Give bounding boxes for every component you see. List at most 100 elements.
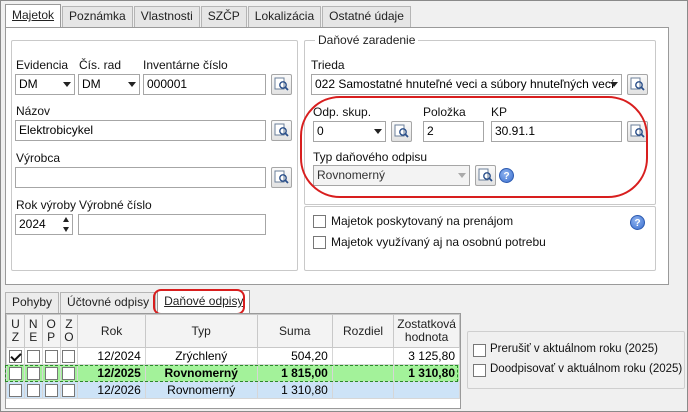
vyrobca-lookup-button[interactable] bbox=[271, 167, 292, 188]
cell-rok[interactable]: 12/2025 bbox=[77, 364, 146, 382]
nazov-value: Elektrobicykel bbox=[19, 123, 94, 137]
cell-typ[interactable]: Zrýchlený bbox=[144, 347, 258, 365]
cis-rad-chevron-down-icon[interactable] bbox=[128, 82, 136, 87]
spin-down-icon[interactable] bbox=[63, 227, 69, 232]
tab-majetok[interactable]: Majetok bbox=[5, 4, 62, 27]
cell-suma[interactable]: 504,20 bbox=[256, 347, 333, 365]
row-op-cell[interactable] bbox=[41, 364, 61, 382]
table-row[interactable]: 12/2026 Rovnomerný 1 310,80 bbox=[6, 381, 460, 399]
cell-suma[interactable]: 1 815,00 bbox=[256, 364, 333, 382]
polozka-input[interactable]: 2 bbox=[423, 121, 484, 142]
tab-ostatne-udaje[interactable]: Ostatné údaje bbox=[322, 6, 411, 27]
row-op-checkbox[interactable] bbox=[44, 367, 58, 380]
col-typ-header[interactable]: Typ bbox=[144, 314, 258, 348]
nazov-input[interactable]: Elektrobicykel bbox=[15, 120, 266, 141]
row-uz-cell[interactable] bbox=[6, 347, 25, 365]
odp-skup-lookup-button[interactable] bbox=[391, 121, 412, 142]
row-ne-checkbox[interactable] bbox=[26, 384, 40, 397]
tab-majetok-label: Majetok bbox=[12, 8, 55, 22]
typ-odpisu-lookup-button[interactable] bbox=[475, 165, 496, 186]
vyrobca-input[interactable] bbox=[15, 167, 266, 188]
tab-poznamka[interactable]: Poznámka bbox=[62, 6, 133, 27]
doodpisovat-checkbox[interactable] bbox=[473, 364, 486, 377]
row-zo-cell[interactable] bbox=[59, 347, 79, 365]
row-ne-checkbox[interactable] bbox=[26, 367, 40, 380]
spin-up-icon[interactable] bbox=[63, 217, 69, 222]
cell-zostatkova[interactable] bbox=[393, 381, 460, 399]
tab-danove-odpisy[interactable]: Daňové odpisy bbox=[157, 290, 251, 313]
trieda-chevron-down-icon[interactable] bbox=[610, 82, 618, 87]
col-suma-header[interactable]: Suma bbox=[256, 314, 333, 348]
table-row[interactable]: 12/2024 Zrýchlený 504,20 3 125,80 bbox=[6, 347, 460, 365]
cis-rad-value: DM bbox=[82, 77, 101, 91]
cell-rok[interactable]: 12/2024 bbox=[77, 347, 146, 365]
tab-lokalizacia[interactable]: Lokalizácia bbox=[247, 6, 322, 27]
cell-rozdiel[interactable] bbox=[331, 381, 395, 399]
row-ne-cell[interactable] bbox=[23, 347, 43, 365]
trieda-lookup-button[interactable] bbox=[627, 74, 648, 95]
row-ne-checkbox[interactable] bbox=[26, 350, 40, 363]
row-uz-checkbox[interactable] bbox=[8, 350, 22, 363]
row-zo-cell[interactable] bbox=[59, 364, 79, 382]
row-zo-checkbox[interactable] bbox=[62, 350, 76, 363]
osobna-potreba-checkbox[interactable] bbox=[313, 236, 326, 249]
row-op-cell[interactable] bbox=[41, 347, 61, 365]
row-op-checkbox[interactable] bbox=[44, 350, 58, 363]
evidencia-combo[interactable]: DM bbox=[15, 74, 75, 95]
typ-odpisu-help-icon[interactable]: ? bbox=[499, 168, 514, 183]
cis-rad-combo[interactable]: DM bbox=[78, 74, 140, 95]
lookup-search-icon bbox=[630, 124, 645, 138]
row-zo-checkbox[interactable] bbox=[62, 384, 76, 397]
rok-spin-buttons[interactable] bbox=[63, 217, 70, 232]
trieda-combo[interactable]: 022 Samostatné hnuteľné veci a súbory hn… bbox=[311, 74, 622, 95]
inv-lookup-button[interactable] bbox=[271, 74, 292, 95]
cell-zostatkova[interactable]: 3 125,80 bbox=[393, 347, 460, 365]
col-rok-header[interactable]: Rok bbox=[77, 314, 146, 348]
col-ne-header[interactable]: N E bbox=[23, 314, 43, 348]
row-ne-cell[interactable] bbox=[23, 364, 43, 382]
prerusit-checkbox[interactable] bbox=[473, 344, 486, 357]
cell-zostatkova[interactable]: 1 310,80 bbox=[393, 364, 460, 382]
row-op-checkbox[interactable] bbox=[44, 384, 58, 397]
table-row[interactable]: 12/2025 Rovnomerný 1 815,00 1 310,80 bbox=[6, 364, 460, 382]
kp-input[interactable]: 30.91.1 bbox=[491, 121, 622, 142]
tab-szcp[interactable]: SZČP bbox=[200, 6, 247, 27]
row-zo-cell[interactable] bbox=[59, 381, 79, 399]
typ-odpisu-chevron-down-icon[interactable] bbox=[458, 173, 466, 178]
col-uz-header[interactable]: U Z bbox=[6, 314, 25, 348]
odp-skup-chevron-down-icon[interactable] bbox=[374, 129, 382, 134]
row-uz-cell[interactable] bbox=[6, 364, 25, 382]
prenajom-checkbox[interactable] bbox=[313, 215, 326, 228]
cell-suma[interactable]: 1 310,80 bbox=[256, 381, 333, 399]
kp-lookup-button[interactable] bbox=[627, 121, 648, 142]
typ-odpisu-combo[interactable]: Rovnomerný bbox=[313, 165, 470, 186]
tab-uctovne-odpisy[interactable]: Účtovné odpisy bbox=[60, 292, 157, 313]
tab-pohyby[interactable]: Pohyby bbox=[5, 292, 60, 313]
row-ne-cell[interactable] bbox=[23, 381, 43, 399]
col-rozdiel-header[interactable]: Rozdiel bbox=[331, 314, 395, 348]
danove-zaradenie-legend: Daňové zaradenie bbox=[315, 33, 419, 47]
cell-rok[interactable]: 12/2026 bbox=[77, 381, 146, 399]
row-uz-cell[interactable] bbox=[6, 381, 25, 399]
row-uz-checkbox[interactable] bbox=[8, 384, 22, 397]
col-op-header[interactable]: O P bbox=[41, 314, 61, 348]
cell-typ[interactable]: Rovnomerný bbox=[144, 364, 258, 382]
cell-typ[interactable]: Rovnomerný bbox=[144, 381, 258, 399]
vyrobne-cislo-input[interactable] bbox=[78, 214, 266, 235]
osobna-potreba-label: Majetok využívaný aj na osobnú potrebu bbox=[331, 235, 546, 249]
row-zo-checkbox[interactable] bbox=[62, 367, 76, 380]
col-zostatkova-header[interactable]: Zostatková hodnota bbox=[393, 314, 460, 348]
row-uz-checkbox[interactable] bbox=[8, 367, 22, 380]
col-zo-header[interactable]: Z O bbox=[59, 314, 79, 348]
cell-rozdiel[interactable] bbox=[331, 347, 395, 365]
inv-cislo-input[interactable]: 000001 bbox=[143, 74, 266, 95]
flags-help-icon[interactable]: ? bbox=[630, 215, 645, 230]
nazov-lookup-button[interactable] bbox=[271, 120, 292, 141]
evidencia-chevron-down-icon[interactable] bbox=[63, 82, 71, 87]
rok-vyroby-spin[interactable]: 2024 bbox=[15, 214, 73, 235]
row-op-cell[interactable] bbox=[41, 381, 61, 399]
tab-vlastnosti[interactable]: Vlastnosti bbox=[133, 6, 200, 27]
odp-skup-combo[interactable]: 0 bbox=[313, 121, 386, 142]
cell-rozdiel[interactable] bbox=[331, 364, 395, 382]
doodpisovat-label: Doodpisovať v aktuálnom roku (2025) bbox=[490, 363, 683, 375]
